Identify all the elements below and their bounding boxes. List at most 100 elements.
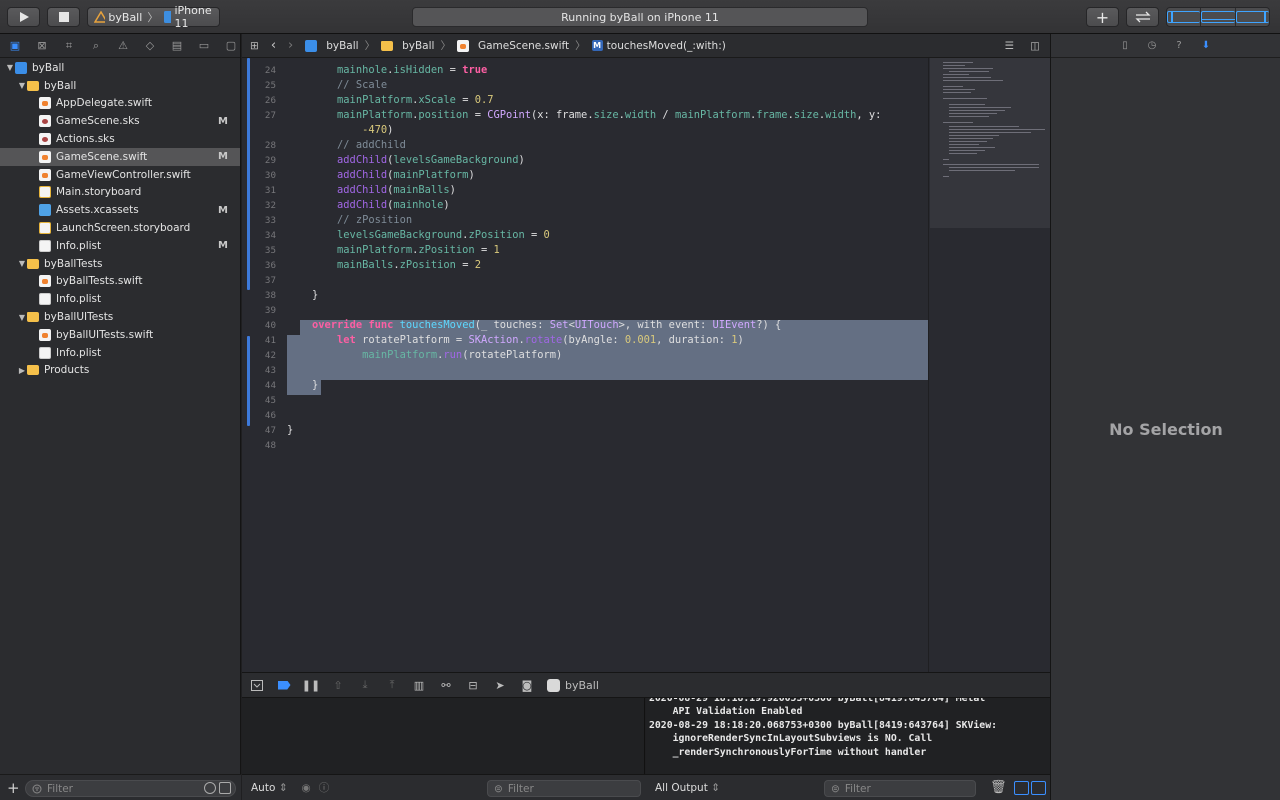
breakpoint-icon[interactable]: ▭	[195, 38, 213, 54]
modified-files-icon[interactable]	[219, 782, 231, 794]
method-badge-icon: M	[591, 40, 603, 51]
updown-chevron-icon: ⇕	[278, 781, 288, 794]
navigator-toggle[interactable]	[1167, 8, 1202, 26]
scheme-selector[interactable]: byBall 〉 iPhone 11	[87, 4, 220, 30]
navigator-item[interactable]: ▼ byBall	[0, 59, 240, 77]
view-hierarchy-icon[interactable]: ▥	[412, 679, 426, 692]
navigator-item[interactable]: ▼ byBallUITests	[0, 308, 240, 326]
stop-button[interactable]	[47, 7, 80, 27]
minimap-line	[949, 129, 1045, 130]
variables-filter-field[interactable]: ⊜ Filter	[487, 780, 641, 797]
navigator-item[interactable]: GameScene.swift M	[0, 147, 240, 166]
code-line: 47}	[242, 423, 928, 438]
add-editor-icon[interactable]: ◫	[1030, 40, 1040, 52]
step-out-icon[interactable]: ⤒	[385, 678, 399, 691]
navigator-item-label: byBallUITests	[44, 311, 114, 324]
code-line: -470)	[242, 123, 928, 138]
related-items-icon[interactable]: ⊞	[250, 40, 259, 52]
code-review-button[interactable]	[1126, 7, 1159, 27]
output-mode-selector[interactable]: All Output ⇕	[655, 782, 720, 794]
history-inspector-icon[interactable]: ◷	[1146, 39, 1159, 52]
navigator-item[interactable]: Info.plist	[0, 344, 240, 362]
pause-icon[interactable]: ❚❚	[302, 679, 320, 692]
report-icon[interactable]: ▢	[222, 38, 240, 54]
search-icon[interactable]: ⌕	[87, 38, 105, 54]
navigator-filter-field[interactable]: Filter	[25, 780, 236, 797]
trash-icon[interactable]: 🗑	[990, 780, 1007, 795]
camera-icon[interactable]: ◙	[520, 679, 534, 692]
run-button[interactable]	[7, 7, 40, 27]
environment-overrides-icon[interactable]: ⊟	[466, 679, 480, 692]
navigator-item[interactable]: LaunchScreen.storyboard	[0, 219, 240, 237]
show-variables-icon[interactable]	[1014, 781, 1029, 795]
navigator-item[interactable]: Main.storyboard	[0, 184, 240, 202]
memory-graph-icon[interactable]: ⚯	[439, 679, 453, 692]
disclosure-collapsed-icon[interactable]: ▶	[17, 366, 27, 375]
minimap-options-icon[interactable]: ☰	[1005, 40, 1014, 52]
code-text: mainPlatform.run(rotatePlatform)	[362, 349, 563, 361]
step-into-icon[interactable]: ⤓	[358, 678, 372, 691]
disclosure-expanded-icon[interactable]: ▼	[17, 81, 27, 90]
folder-icon[interactable]: ▣	[6, 38, 24, 54]
debug-icon[interactable]: ▤	[168, 38, 186, 54]
file-inspector-icon[interactable]: ▯	[1119, 39, 1132, 52]
chevron-right-icon: 〉	[147, 11, 159, 24]
add-file-button[interactable]: +	[7, 779, 20, 797]
symbol-icon[interactable]: ⌗	[60, 38, 78, 54]
code-line: 35 mainPlatform.zPosition = 1	[242, 243, 928, 258]
console-filter-field[interactable]: ⊜ Filter	[824, 780, 976, 797]
code-line: 26 mainPlatform.xScale = 0.7	[242, 93, 928, 108]
code-line: 46	[242, 408, 928, 423]
recent-files-icon[interactable]	[204, 782, 216, 794]
navigator-item[interactable]: AppDelegate.swift	[0, 95, 240, 113]
navigator-item[interactable]: byBallUITests.swift	[0, 326, 240, 344]
navigator-item[interactable]: byBallTests.swift	[0, 273, 240, 291]
navigator-item[interactable]: ▶ Products	[0, 362, 240, 380]
code-text: let rotatePlatform = SKAction.rotate(byA…	[337, 334, 744, 346]
navigator-item[interactable]: Assets.xcassets M	[0, 201, 240, 219]
navigator-item[interactable]: Actions.sks	[0, 130, 240, 148]
navigator-item[interactable]: Info.plist M	[0, 237, 240, 255]
jump-project[interactable]: byBall	[305, 39, 359, 52]
jump-group[interactable]: byBall	[381, 40, 434, 52]
breakpoints-toggle[interactable]	[277, 679, 291, 691]
disclosure-expanded-icon[interactable]: ▼	[5, 63, 15, 72]
jump-file[interactable]: GameScene.swift	[456, 39, 569, 52]
step-over-icon[interactable]: ⇧	[331, 679, 345, 692]
file-tree: ▼ byBall ▼ byBall AppDelegate.swift GameScene…	[0, 58, 240, 379]
navigator-item-label: GameScene.swift	[56, 150, 148, 163]
disclosure-expanded-icon[interactable]: ▼	[17, 259, 27, 268]
warning-icon[interactable]: ⚠	[114, 38, 132, 54]
help-inspector-icon[interactable]: ?	[1173, 39, 1186, 52]
info-icon[interactable]: ⓘ	[319, 780, 330, 795]
forward-arrow-icon[interactable]: ›	[288, 38, 293, 53]
simulate-location-icon[interactable]: ➤	[493, 679, 507, 692]
inspector-toggle[interactable]	[1235, 8, 1269, 26]
source-control-icon[interactable]: ⊠	[33, 38, 51, 54]
attributes-inspector-icon[interactable]: ⬇	[1200, 39, 1213, 52]
navigator-item[interactable]: GameScene.sks M	[0, 112, 240, 130]
minimap[interactable]	[928, 58, 1050, 672]
bottom-panel-icon	[1201, 11, 1235, 23]
filter-icon	[32, 784, 42, 793]
eye-icon[interactable]: ◉	[302, 782, 311, 794]
navigator-item[interactable]: GameViewController.swift	[0, 166, 240, 184]
debug-target[interactable]: byBall	[547, 678, 599, 692]
debug-toggle[interactable]	[1201, 8, 1236, 26]
code-text: }	[287, 289, 319, 301]
show-console-icon[interactable]	[1031, 781, 1046, 795]
navigator-item[interactable]: ▼ byBallTests	[0, 255, 240, 273]
jump-project-label: byBall	[326, 39, 359, 52]
stop-icon	[58, 12, 69, 22]
library-button[interactable]: +	[1086, 7, 1119, 27]
test-icon[interactable]: ◇	[141, 38, 159, 54]
navigator-item[interactable]: Info.plist	[0, 290, 240, 308]
jump-symbol[interactable]: M touchesMoved(_:with:)	[591, 40, 726, 52]
disclosure-expanded-icon[interactable]: ▼	[17, 313, 27, 322]
navigator-item[interactable]: ▼ byBall	[0, 77, 240, 95]
variables-mode-selector[interactable]: Auto ⇕	[251, 782, 288, 794]
source-editor[interactable]: 24 mainhole.isHidden = true 25 // Scale 26…	[242, 58, 928, 672]
hide-debug-area-icon[interactable]	[250, 679, 264, 691]
back-arrow-icon[interactable]: ‹	[271, 38, 276, 53]
modified-badge: M	[218, 240, 228, 252]
